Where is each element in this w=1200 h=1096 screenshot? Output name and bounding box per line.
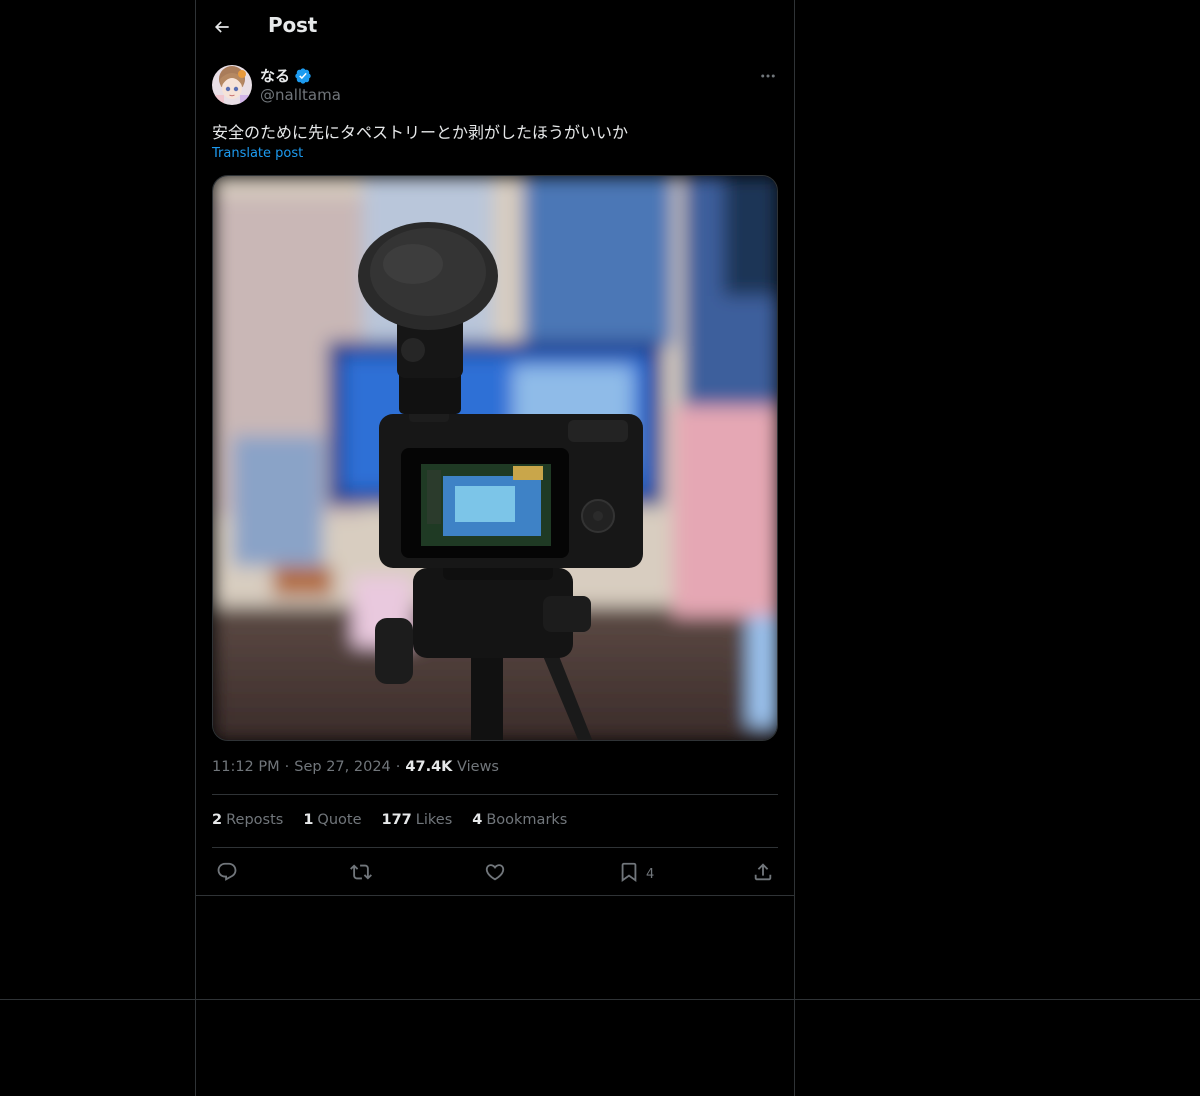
quotes-stat[interactable]: 1 Quote [303, 812, 361, 828]
quotes-label: Quote [317, 812, 362, 828]
bottom-section-divider [0, 999, 1200, 1000]
back-button[interactable] [208, 13, 236, 41]
reposts-stat[interactable]: 2 Reposts [212, 812, 283, 828]
tweet-text: 安全のために先にタペストリーとか剥がしたほうがいいか [212, 123, 629, 142]
avatar-image [212, 65, 252, 105]
post-date[interactable]: Sep 27, 2024 [294, 759, 391, 775]
reply-icon [217, 862, 237, 881]
author-display-name[interactable]: なる [260, 65, 312, 86]
more-options-button[interactable] [756, 64, 780, 88]
meta-separator: · [284, 759, 290, 775]
views-label: Views [457, 759, 499, 775]
avatar[interactable] [212, 65, 252, 105]
more-horizontal-icon [761, 74, 775, 78]
quotes-count: 1 [303, 812, 314, 828]
repost-icon [350, 864, 372, 880]
verified-badge-icon [295, 67, 311, 84]
likes-count: 177 [381, 812, 412, 828]
bookmarks-stat[interactable]: 4 Bookmarks [472, 812, 567, 828]
tweet-media-photo[interactable] [212, 175, 778, 741]
likes-label: Likes [415, 812, 453, 828]
reposts-count: 2 [212, 812, 223, 828]
action-bar: 4 [196, 856, 794, 888]
author-handle[interactable]: @nalltama [260, 86, 341, 104]
translate-post-link[interactable]: Translate post [212, 146, 303, 161]
bookmark-button[interactable]: 4 [618, 858, 654, 886]
bookmark-count: 4 [646, 866, 655, 882]
post-bottom-border [196, 895, 794, 896]
share-button[interactable] [752, 858, 774, 886]
reposts-label: Reposts [226, 812, 284, 828]
arrow-left-icon [214, 21, 229, 33]
divider-top [212, 794, 778, 795]
views-count: 47.4K [405, 759, 453, 775]
bookmarks-label: Bookmarks [486, 812, 568, 828]
right-column-border [794, 0, 795, 1096]
meta-separator: · [395, 759, 401, 775]
like-button[interactable] [484, 858, 506, 886]
page-title: Post [268, 13, 318, 37]
engagement-stats: 2 Reposts 1 Quote 177 Likes 4 Bookmarks [212, 812, 567, 828]
heart-icon [485, 864, 505, 881]
likes-stat[interactable]: 177 Likes [382, 812, 453, 828]
post-time[interactable]: 11:12 PM [212, 759, 280, 775]
post-meta: 11:12 PM · Sep 27, 2024 · 47.4K Views [212, 759, 499, 775]
post-detail-column: Post なる @nalltama 安全のために先にタペストリーとか剥がしたほう… [196, 0, 794, 896]
page-header: Post [196, 0, 794, 54]
repost-button[interactable] [350, 858, 372, 886]
bookmark-icon [621, 862, 637, 883]
divider-bottom [212, 847, 778, 848]
camera-on-tripod-photo [213, 176, 777, 740]
author-name-text: なる [260, 67, 291, 85]
reply-button[interactable] [216, 858, 238, 886]
share-icon [754, 863, 772, 881]
bookmarks-count: 4 [472, 812, 483, 828]
